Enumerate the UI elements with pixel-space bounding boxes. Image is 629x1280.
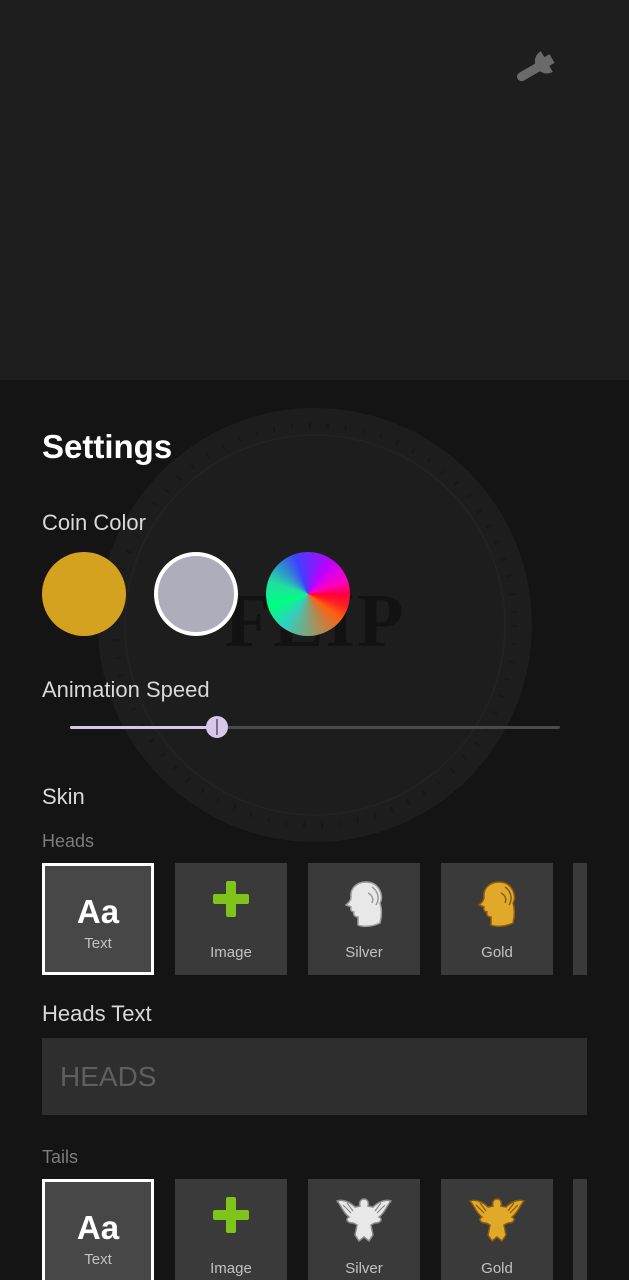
- tile-label: Silver: [345, 1260, 383, 1277]
- settings-title: Settings: [42, 428, 173, 465]
- plus-icon: [211, 1195, 251, 1240]
- tails-skin-silver-tile[interactable]: Silver: [308, 1179, 420, 1280]
- heads-text-label: Heads Text: [42, 1001, 152, 1026]
- heads-skin-image-tile[interactable]: Image: [175, 863, 287, 975]
- plus-icon: [211, 879, 251, 924]
- coin-color-gold-swatch[interactable]: [42, 552, 126, 636]
- silver-portrait-icon: [342, 879, 386, 934]
- tile-label: Gold: [481, 1260, 513, 1277]
- coin-color-silver-swatch[interactable]: [154, 552, 238, 636]
- wrench-icon[interactable]: [510, 44, 568, 88]
- tile-label: Silver: [345, 944, 383, 961]
- heads-skin-silver-tile[interactable]: Silver: [308, 863, 420, 975]
- coin-display-area: [0, 0, 629, 380]
- heads-label: Heads: [42, 831, 95, 851]
- tile-label: Text: [84, 935, 112, 952]
- settings-sheet: FLIP Settings Coin Color Animation Speed…: [0, 380, 629, 1280]
- tile-label: Image: [210, 944, 252, 961]
- coin-color-label: Coin Color: [42, 510, 146, 535]
- gold-portrait-icon: [475, 879, 519, 934]
- animation-speed-slider-thumb[interactable]: [206, 716, 228, 738]
- silver-eagle-icon: [335, 1195, 393, 1250]
- gold-eagle-icon: [468, 1195, 526, 1250]
- animation-speed-label: Animation Speed: [42, 677, 210, 702]
- coin-color-custom-swatch[interactable]: [266, 552, 350, 636]
- tile-label: Text: [84, 1251, 112, 1268]
- heads-text-input[interactable]: [42, 1038, 587, 1115]
- tails-skin-text-tile[interactable]: Aa Text: [42, 1179, 154, 1280]
- skin-label: Skin: [42, 784, 85, 809]
- heads-skin-gold-tile[interactable]: Gold: [441, 863, 553, 975]
- heads-skin-text-tile[interactable]: Aa Text: [42, 863, 154, 975]
- tails-skin-more-tile[interactable]: [573, 1179, 587, 1280]
- tile-label: Image: [210, 1260, 252, 1277]
- text-glyph: Aa: [76, 1209, 120, 1246]
- tails-skin-image-tile[interactable]: Image: [175, 1179, 287, 1280]
- tile-label: Gold: [481, 944, 513, 961]
- tails-skin-gold-tile[interactable]: Gold: [441, 1179, 553, 1280]
- heads-skin-more-tile[interactable]: [573, 863, 587, 975]
- animation-speed-slider-fill: [70, 726, 217, 729]
- tails-label: Tails: [42, 1147, 79, 1167]
- text-glyph: Aa: [76, 893, 120, 930]
